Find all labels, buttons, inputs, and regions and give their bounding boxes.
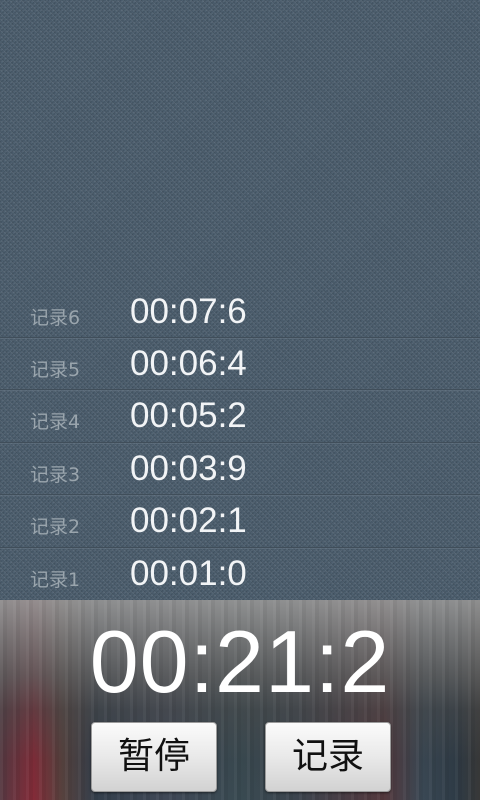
- lap-record-label: 记录2: [30, 516, 81, 538]
- lap-record-row: 记录3 00:03:9: [0, 443, 480, 495]
- lap-record-row: 记录4 00:05:2: [0, 390, 480, 442]
- lap-record-row: 记录2 00:02:1: [0, 495, 480, 547]
- lap-record-list: 记录6 00:07:6 记录5 00:06:4 记录4 00:05:2 记录3 …: [0, 286, 480, 600]
- lap-record-label: 记录3: [30, 464, 81, 486]
- lap-record-row: 记录5 00:06:4: [0, 338, 480, 390]
- lap-record-time: 00:02:1: [130, 501, 247, 540]
- lap-record-label: 记录6: [30, 307, 81, 329]
- lap-record-label: 记录1: [30, 569, 81, 591]
- lap-record-label: 记录4: [30, 411, 81, 433]
- lap-record-row: 记录6 00:07:6: [0, 286, 480, 338]
- lap-record-time: 00:05:2: [130, 396, 247, 435]
- lap-record-time: 00:01:0: [130, 554, 247, 593]
- lap-record-time: 00:03:9: [130, 449, 247, 488]
- lap-record-time: 00:07:6: [130, 292, 247, 331]
- lap-record-time: 00:06:4: [130, 344, 247, 383]
- stopwatch-screen: 记录6 00:07:6 记录5 00:06:4 记录4 00:05:2 记录3 …: [0, 0, 480, 800]
- record-lap-button[interactable]: 记录: [265, 722, 391, 792]
- lap-record-label: 记录5: [30, 359, 81, 381]
- pause-button[interactable]: 暂停: [91, 722, 217, 792]
- elapsed-time-display: 00:21:2: [89, 612, 391, 711]
- lap-record-row: 记录1 00:01:0: [0, 548, 480, 600]
